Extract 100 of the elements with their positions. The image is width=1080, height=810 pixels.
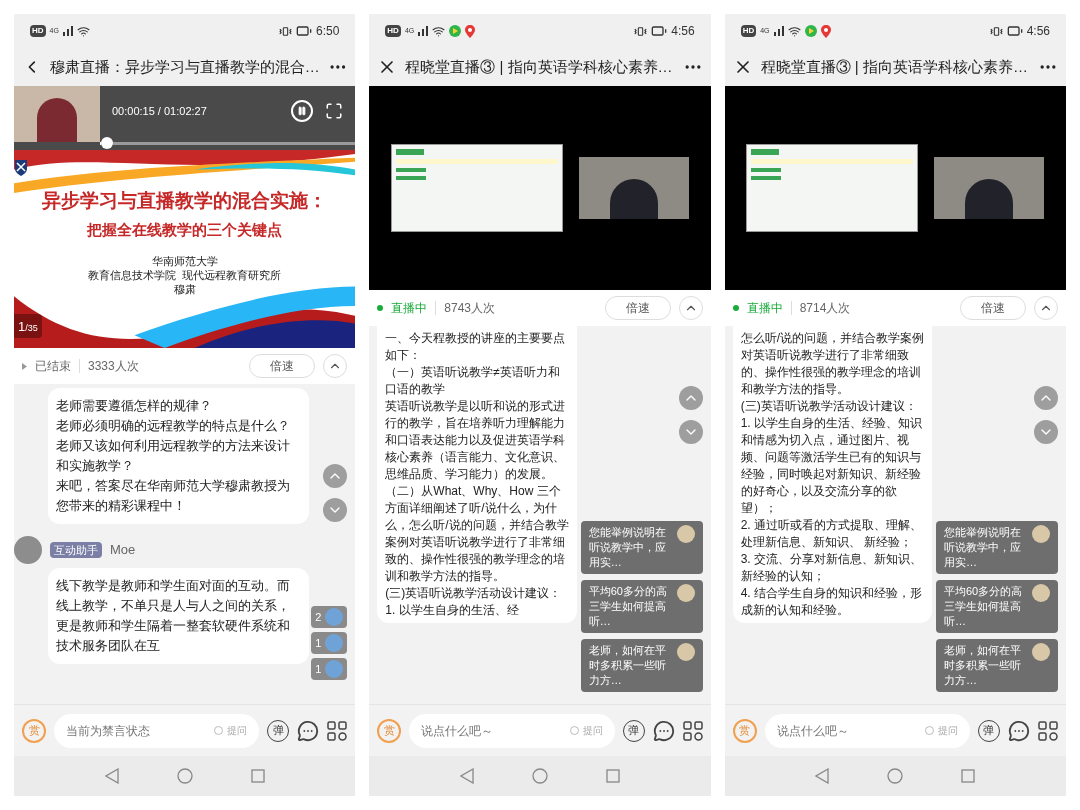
- slide-credit: 华南师范大学: [151, 253, 218, 268]
- question-text: 平均60多分的高三学生如何提高听…: [588, 584, 668, 629]
- battery-icon: [651, 23, 668, 39]
- clock-time: 4:56: [1026, 23, 1050, 40]
- view-count: 8743人次: [444, 300, 497, 317]
- view-count: 8714人次: [799, 300, 852, 317]
- message-text: （二）从What、Why、How 三个方面详细阐述了听/说什么，为什么，怎么听/说的问题，并结合教学案例对英语听说教学进行了非常细致的、操作性很强的教学理念的培训和教学方法的指导。: [385, 483, 569, 585]
- scroll-down-button[interactable]: [323, 498, 348, 522]
- question-text: 您能举例说明在听说教学中，应用实…: [944, 525, 1022, 570]
- pause-icon: [297, 106, 308, 116]
- home-circle-icon[interactable]: [532, 768, 548, 784]
- location-pin-icon: [820, 24, 831, 38]
- avatar-placeholder: [325, 660, 344, 678]
- message-text: 英语听说教学是以听和说的形式进行的教学，旨在培养听力理解能力和口语表达能力以及促进英语学科核心素养（语言能力、文化意识、思维品质、学习能力）的发展。: [385, 398, 567, 483]
- message-text: 老师又该如何利用远程教学的方法来设计和实施教学？: [56, 437, 291, 475]
- hd-label: HD: [385, 25, 401, 37]
- message-text: 线下教学是教师和学生面对面的互动。而线上教学，不单只是人与人之间的关系，更是教师和学生隔着一整套软硬件系统和技术服务团队在互: [56, 577, 291, 655]
- recents-square-icon[interactable]: [606, 769, 620, 783]
- question-card[interactable]: 平均60多分的高三学生如何提高听…: [936, 580, 1058, 633]
- message-text: 3. 交流、分享对新信息、新知识、新经验的认知；: [740, 551, 923, 585]
- page-title: 程晓堂直播③ | 指向英语学科核心素养…: [760, 56, 1029, 77]
- home-circle-icon[interactable]: [887, 768, 904, 784]
- page-title: 穆肃直播：异步学习与直播教学的混合…: [49, 56, 320, 77]
- question-card[interactable]: 老师，如何在平时多积累一些听力方…: [936, 639, 1058, 692]
- chat-bubble-icon[interactable]: [297, 719, 320, 742]
- scroll-up-button[interactable]: [678, 386, 703, 410]
- back-triangle-icon[interactable]: [104, 768, 119, 784]
- avatar-placeholder: [14, 536, 42, 564]
- view-count: 3333人次: [88, 358, 140, 375]
- home-circle-icon[interactable]: [176, 768, 193, 784]
- avatar-placeholder: [1032, 643, 1050, 661]
- grid-menu-icon[interactable]: [327, 720, 348, 741]
- live-status: 直播中: [746, 300, 783, 317]
- reaction-chip[interactable]: 2: [311, 606, 348, 628]
- message-text: 老师必须明确的远程教学的特点是什么？: [56, 417, 291, 435]
- message-text: 一、今天程教授的讲座的主要要点如下：: [385, 330, 567, 364]
- comment-field[interactable]: 说点什么吧～: [409, 713, 570, 748]
- playback-time: 00:00:15 / 01:02:27: [112, 103, 208, 119]
- recents-square-icon[interactable]: [961, 769, 976, 783]
- question-text: 平均60多分的高三学生如何提高听…: [944, 584, 1024, 629]
- page-total: /35: [25, 323, 38, 333]
- live-status: 已结束: [35, 358, 71, 375]
- fullscreen-icon[interactable]: [325, 102, 344, 120]
- avatar-placeholder: [676, 525, 695, 543]
- vibrate-icon: [989, 24, 1003, 38]
- play-app-icon: [449, 25, 462, 37]
- page-title: 程晓堂直播③ | 指向英语学科核心素养…: [405, 56, 674, 77]
- chat-bubble-icon[interactable]: [652, 719, 675, 742]
- back-triangle-icon[interactable]: [815, 768, 830, 784]
- question-card[interactable]: 您能举例说明在听说教学中，应用实…: [936, 521, 1058, 574]
- scroll-up-button[interactable]: [323, 464, 348, 488]
- slide-title: 异步学习与直播教学的混合实施：: [42, 188, 328, 213]
- avatar-placeholder: [1032, 525, 1050, 543]
- signal-icon: [418, 26, 429, 36]
- wifi-icon: [432, 24, 446, 38]
- avatar-placeholder: [325, 608, 344, 626]
- page-number: 1: [18, 319, 26, 334]
- pause-button[interactable]: [291, 100, 314, 122]
- back-triangle-icon[interactable]: [460, 768, 474, 784]
- wifi-icon: [787, 24, 801, 38]
- vibrate-icon: [278, 24, 292, 38]
- question-text: 老师，如何在平时多积累一些听力方…: [944, 643, 1022, 688]
- clock-time: 6:50: [315, 23, 340, 40]
- message-text: (三)英语听说教学活动设计建议：: [740, 398, 918, 415]
- hd-label: HD: [740, 25, 757, 37]
- message-text: 2. 通过听或看的方式提取、理解、处理新信息、新知识、 新经验；: [740, 517, 923, 551]
- progress-thumb[interactable]: [101, 137, 113, 149]
- battery-icon: [1006, 23, 1023, 39]
- grid-menu-icon[interactable]: [682, 720, 703, 741]
- chat-bubble-icon[interactable]: [1008, 719, 1030, 742]
- recents-square-icon[interactable]: [250, 769, 265, 783]
- reaction-chip[interactable]: 1: [311, 632, 348, 654]
- scroll-down-button[interactable]: [678, 420, 703, 444]
- hd-label: HD: [30, 25, 46, 37]
- comment-field[interactable]: 当前为禁言状态: [54, 713, 215, 748]
- author-name: Moe: [110, 541, 136, 560]
- live-status: 直播中: [391, 300, 428, 317]
- reaction-count: 1: [315, 635, 322, 651]
- slide-credit: 教育信息技术学院 现代远程教育研究所: [88, 267, 282, 282]
- message-text: 老师需要遵循怎样的规律？: [56, 397, 213, 415]
- wifi-icon: [76, 24, 90, 38]
- question-card[interactable]: 老师，如何在平时多积累一些听力方…: [580, 639, 703, 692]
- message-text: 怎么听/说的问题，并结合教学案例对英语听说教学进行了非常细致的、操作性很强的教学理念的培训和教学方法的指导。: [740, 330, 924, 398]
- assistant-badge: 互动助手: [50, 541, 102, 559]
- question-card[interactable]: 您能举例说明在听说教学中，应用实…: [580, 521, 703, 574]
- question-card[interactable]: 平均60多分的高三学生如何提高听…: [580, 580, 703, 633]
- progress-track[interactable]: [113, 141, 356, 145]
- grid-menu-icon[interactable]: [1038, 720, 1058, 741]
- reaction-count: 1: [315, 661, 322, 677]
- comment-field[interactable]: 说点什么吧～: [764, 713, 925, 748]
- avatar-placeholder: [676, 643, 695, 661]
- scroll-down-button[interactable]: [1034, 420, 1058, 444]
- question-text: 老师，如何在平时多积累一些听力方…: [588, 643, 667, 688]
- vibrate-icon: [634, 24, 648, 38]
- location-pin-icon: [465, 24, 476, 38]
- battery-icon: [295, 23, 312, 39]
- reaction-chip[interactable]: 1: [311, 658, 348, 680]
- scroll-up-button[interactable]: [1034, 386, 1058, 410]
- slide-subtitle: 把握全在线教学的三个关键点: [87, 220, 283, 240]
- signal-icon: [62, 26, 73, 36]
